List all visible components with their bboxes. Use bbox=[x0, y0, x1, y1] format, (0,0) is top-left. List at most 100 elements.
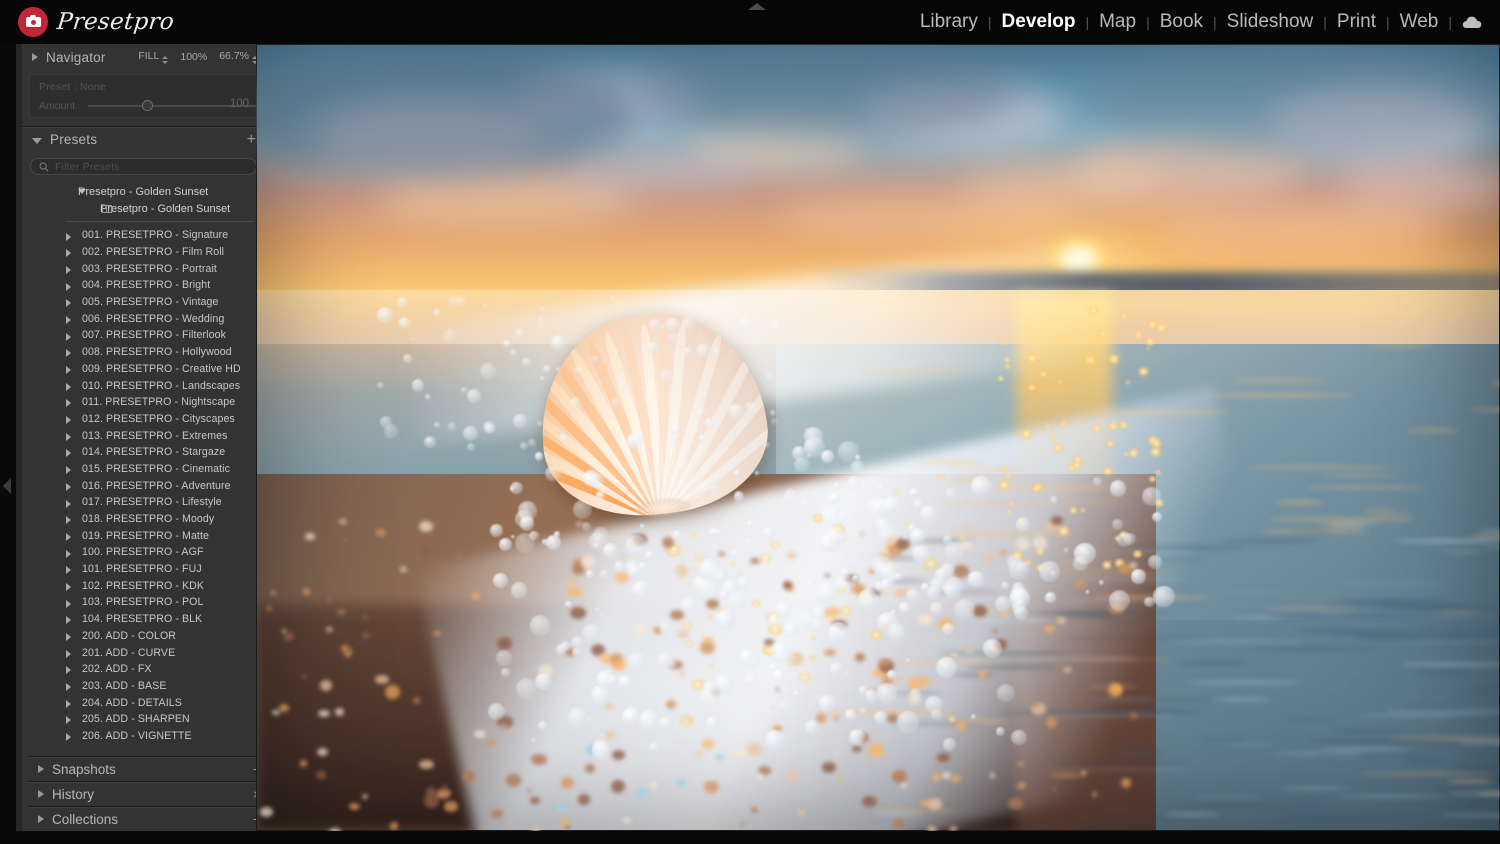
preset-folder-row[interactable]: 015. PRESETPRO - Cinematic bbox=[22, 461, 264, 478]
preset-folder-row[interactable]: 006. PRESETPRO - Wedding bbox=[22, 310, 264, 327]
preset-folder-row[interactable]: 201. ADD - CURVE bbox=[22, 644, 264, 661]
preset-folder-row[interactable]: 004. PRESETPRO - Bright bbox=[22, 277, 264, 294]
presets-panel-header[interactable]: Presets + bbox=[22, 126, 264, 152]
foam-bubble bbox=[954, 599, 975, 620]
zoom-100-button[interactable]: 100% bbox=[180, 51, 207, 63]
preset-item-golden-sunset[interactable]: Presetpro - Golden Sunset bbox=[22, 200, 264, 217]
preset-folder-row[interactable]: 018. PRESETPRO - Moody bbox=[22, 511, 264, 528]
preset-folder-row[interactable]: 205. ADD - SHARPEN bbox=[22, 711, 264, 728]
preset-folder-row[interactable]: 017. PRESETPRO - Lifestyle bbox=[22, 494, 264, 511]
history-panel-header[interactable]: History × bbox=[28, 781, 264, 806]
add-preset-icon[interactable]: + bbox=[247, 132, 256, 148]
foam-bubble bbox=[797, 611, 815, 629]
module-map[interactable]: Map bbox=[1090, 11, 1145, 33]
left-panel-collapse-arrow[interactable] bbox=[3, 478, 11, 494]
cloud-icon[interactable] bbox=[1462, 15, 1482, 29]
zoom-custom-button[interactable]: 66.7% bbox=[219, 50, 258, 64]
collections-panel-header[interactable]: Collections + bbox=[28, 806, 264, 831]
preset-folder-row[interactable]: 011. PRESETPRO - Nightscape bbox=[22, 394, 264, 411]
module-web[interactable]: Web bbox=[1391, 11, 1448, 33]
chevron-right-icon bbox=[66, 333, 71, 341]
chevron-right-icon bbox=[66, 583, 71, 591]
foam-bubble bbox=[877, 683, 897, 703]
preset-folder-row[interactable]: 003. PRESETPRO - Portrait bbox=[22, 260, 264, 277]
preset-folder-row[interactable]: 203. ADD - BASE bbox=[22, 678, 264, 695]
preset-folder-row[interactable]: 206. ADD - VIGNETTE bbox=[22, 728, 264, 745]
preset-folder-row[interactable]: 204. ADD - DETAILS bbox=[22, 694, 264, 711]
pebble bbox=[853, 514, 859, 519]
preset-folder-row[interactable]: 200. ADD - COLOR bbox=[22, 628, 264, 645]
sun-sparkle bbox=[1060, 421, 1068, 427]
chevron-right-icon bbox=[66, 299, 71, 307]
preset-folder-row[interactable]: 012. PRESETPRO - Cityscapes bbox=[22, 411, 264, 428]
cloud bbox=[1156, 204, 1446, 252]
pebble bbox=[600, 653, 612, 664]
preset-folder-row[interactable]: 103. PRESETPRO - POL bbox=[22, 594, 264, 611]
photo-preview[interactable] bbox=[256, 44, 1500, 831]
sun-sparkle bbox=[892, 490, 901, 495]
preset-folder-row[interactable]: 008. PRESETPRO - Hollywood bbox=[22, 344, 264, 361]
foam-bubble bbox=[1039, 561, 1060, 582]
preset-folder-label: 102. PRESETPRO - KDK bbox=[82, 580, 204, 592]
foam-bubble bbox=[968, 571, 984, 587]
foam-bubble bbox=[565, 601, 571, 607]
module-develop[interactable]: Develop bbox=[993, 11, 1085, 33]
preset-folder-row[interactable]: 101. PRESETPRO - FUJ bbox=[22, 561, 264, 578]
foam-bubble bbox=[834, 575, 856, 597]
preset-folder-row[interactable]: 016. PRESETPRO - Adventure bbox=[22, 477, 264, 494]
shell-fragment bbox=[636, 789, 648, 799]
amount-label: Amount bbox=[39, 100, 75, 112]
amount-slider-handle[interactable] bbox=[142, 100, 153, 111]
pebble bbox=[677, 631, 689, 638]
preset-folder-row[interactable]: 010. PRESETPRO - Landscapes bbox=[22, 377, 264, 394]
pebble bbox=[576, 522, 581, 526]
zoom-fill-button[interactable]: FILL bbox=[138, 50, 168, 64]
preset-folder-row[interactable]: 019. PRESETPRO - Matte bbox=[22, 527, 264, 544]
foam-bubble bbox=[1099, 580, 1104, 585]
water-ripple bbox=[1276, 752, 1318, 755]
water-ripple-dark bbox=[1383, 628, 1500, 632]
pebble bbox=[266, 606, 272, 611]
preset-folder-row[interactable]: 009. PRESETPRO - Creative HD bbox=[22, 361, 264, 378]
foam-bubble bbox=[640, 386, 645, 391]
water-ripple-dark bbox=[1114, 546, 1247, 550]
preset-folder-row[interactable]: 014. PRESETPRO - Stargaze bbox=[22, 444, 264, 461]
preset-folder-row[interactable]: 007. PRESETPRO - Filterlook bbox=[22, 327, 264, 344]
pebble bbox=[567, 579, 577, 587]
navigator-panel-header[interactable]: Navigator FILL 100% 66.7% bbox=[22, 44, 264, 70]
water-ripple bbox=[874, 813, 923, 816]
module-library[interactable]: Library bbox=[911, 11, 987, 33]
module-book[interactable]: Book bbox=[1151, 11, 1212, 33]
snapshots-panel-header[interactable]: Snapshots + bbox=[28, 756, 264, 781]
preset-folder-row[interactable]: 002. PRESETPRO - Film Roll bbox=[22, 244, 264, 261]
foam-bubble bbox=[1073, 556, 1088, 571]
filter-presets-input[interactable]: Filter Presets bbox=[30, 158, 257, 175]
brand-logo[interactable]: Presetpro bbox=[18, 7, 174, 37]
pebble bbox=[506, 774, 521, 786]
preset-group-active[interactable]: Presetpro - Golden Sunset bbox=[22, 183, 264, 200]
module-slideshow[interactable]: Slideshow bbox=[1218, 11, 1323, 33]
pebble bbox=[751, 807, 758, 813]
preset-folder-row[interactable]: 005. PRESETPRO - Vintage bbox=[22, 294, 264, 311]
chevron-right-icon bbox=[66, 366, 71, 374]
navigator-zoom-controls: FILL 100% 66.7% bbox=[138, 50, 258, 64]
preset-folder-row[interactable]: 100. PRESETPRO - AGF bbox=[22, 544, 264, 561]
foam-bubble bbox=[622, 707, 641, 726]
navigator-preview[interactable]: Preset : None Amount 100 bbox=[29, 74, 258, 118]
preset-folder-row[interactable]: 102. PRESETPRO - KDK bbox=[22, 577, 264, 594]
preset-folder-row[interactable]: 202. ADD - FX bbox=[22, 661, 264, 678]
preset-folder-row[interactable]: 013. PRESETPRO - Extremes bbox=[22, 427, 264, 444]
pebble bbox=[798, 810, 804, 816]
amount-value[interactable]: 100 bbox=[230, 98, 249, 110]
preset-folder-label: 205. ADD - SHARPEN bbox=[82, 713, 190, 725]
chevron-right-icon bbox=[38, 790, 44, 798]
top-panel-collapse-arrow[interactable] bbox=[748, 3, 766, 10]
sun-sparkle bbox=[1137, 367, 1149, 376]
preset-folder-row[interactable]: 001. PRESETPRO - Signature bbox=[22, 227, 264, 244]
foam-bubble bbox=[529, 531, 538, 540]
preset-folder-row[interactable]: 104. PRESETPRO - BLK bbox=[22, 611, 264, 628]
water-ripple bbox=[1362, 509, 1396, 512]
module-print[interactable]: Print bbox=[1328, 11, 1385, 33]
preset-folder-label: 007. PRESETPRO - Filterlook bbox=[82, 329, 226, 341]
chevron-right-icon bbox=[32, 53, 38, 61]
